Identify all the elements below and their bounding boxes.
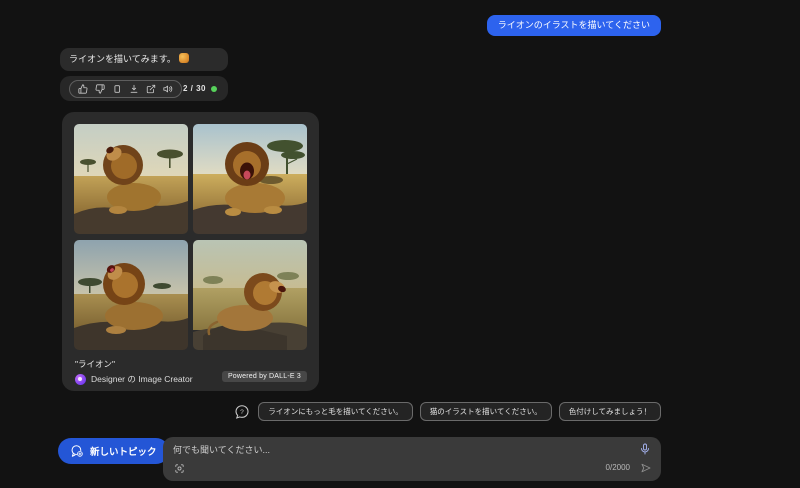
generated-image-4[interactable] xyxy=(193,240,307,350)
lion-emoji xyxy=(178,53,189,63)
reaction-icon-group xyxy=(69,79,182,98)
message-toolbar: 2 / 30 xyxy=(60,76,228,101)
turn-counter: 2 / 30 xyxy=(182,84,206,93)
dalle-badge: Powered by DALL-E 3 xyxy=(221,371,307,382)
new-topic-icon xyxy=(71,445,84,458)
add-image-icon[interactable] xyxy=(174,463,185,474)
suggestion-chip-1[interactable]: ライオンにもっと毛を描いてください。 xyxy=(258,402,413,421)
lion-photo-art xyxy=(74,124,188,234)
new-topic-label: 新しいトピック xyxy=(90,447,157,458)
char-counter: 0/2000 xyxy=(605,463,630,472)
microphone-icon[interactable] xyxy=(639,443,651,455)
send-icon[interactable] xyxy=(640,462,652,474)
copilot-chat-window: ライオンのイラストを描いてください ライオンを描いてみます。 2 / 30 "ラ… xyxy=(0,0,800,488)
generated-image-1[interactable] xyxy=(74,124,188,234)
lion-photo-art xyxy=(193,240,307,350)
generated-image-grid xyxy=(74,124,307,350)
suggestion-chip-3[interactable]: 色付けしてみましょう！ xyxy=(558,402,661,421)
message-input-box: 0/2000 xyxy=(163,437,661,481)
read-aloud-icon[interactable] xyxy=(163,84,173,94)
suggestion-row: ? ライオンにもっと毛を描いてください。 猫のイラストを描いてください。 色付け… xyxy=(234,402,661,421)
bot-message-bubble: ライオンを描いてみます。 xyxy=(60,48,228,71)
status-dot xyxy=(211,85,217,92)
lion-photo-art xyxy=(74,240,188,350)
share-icon[interactable] xyxy=(146,84,156,94)
designer-attribution-label: Designer の Image Creator xyxy=(91,374,193,384)
svg-text:?: ? xyxy=(240,409,244,416)
bot-message-text: ライオンを描いてみます。 xyxy=(69,54,176,64)
thumbs-down-icon[interactable] xyxy=(95,83,105,94)
copy-icon[interactable] xyxy=(112,84,122,94)
turn-counter-group: 2 / 30 xyxy=(183,84,219,93)
question-bubble-icon[interactable]: ? xyxy=(234,404,250,420)
image-caption: "ライオン" xyxy=(75,359,116,369)
chat-input[interactable] xyxy=(167,441,559,459)
thumbs-up-icon[interactable] xyxy=(78,83,88,94)
image-result-card: "ライオン" Designer の Image Creator Powered … xyxy=(62,112,319,391)
generated-image-2[interactable] xyxy=(193,124,307,234)
lion-photo-art xyxy=(193,124,307,234)
suggestion-chip-2[interactable]: 猫のイラストを描いてください。 xyxy=(419,402,552,421)
download-icon[interactable] xyxy=(129,84,139,94)
designer-logo-icon xyxy=(75,373,86,385)
designer-attribution[interactable]: Designer の Image Creator xyxy=(75,373,193,385)
generated-image-3[interactable] xyxy=(74,240,188,350)
user-message-bubble: ライオンのイラストを描いてください xyxy=(486,15,661,36)
new-topic-button[interactable]: 新しいトピック xyxy=(58,438,169,464)
